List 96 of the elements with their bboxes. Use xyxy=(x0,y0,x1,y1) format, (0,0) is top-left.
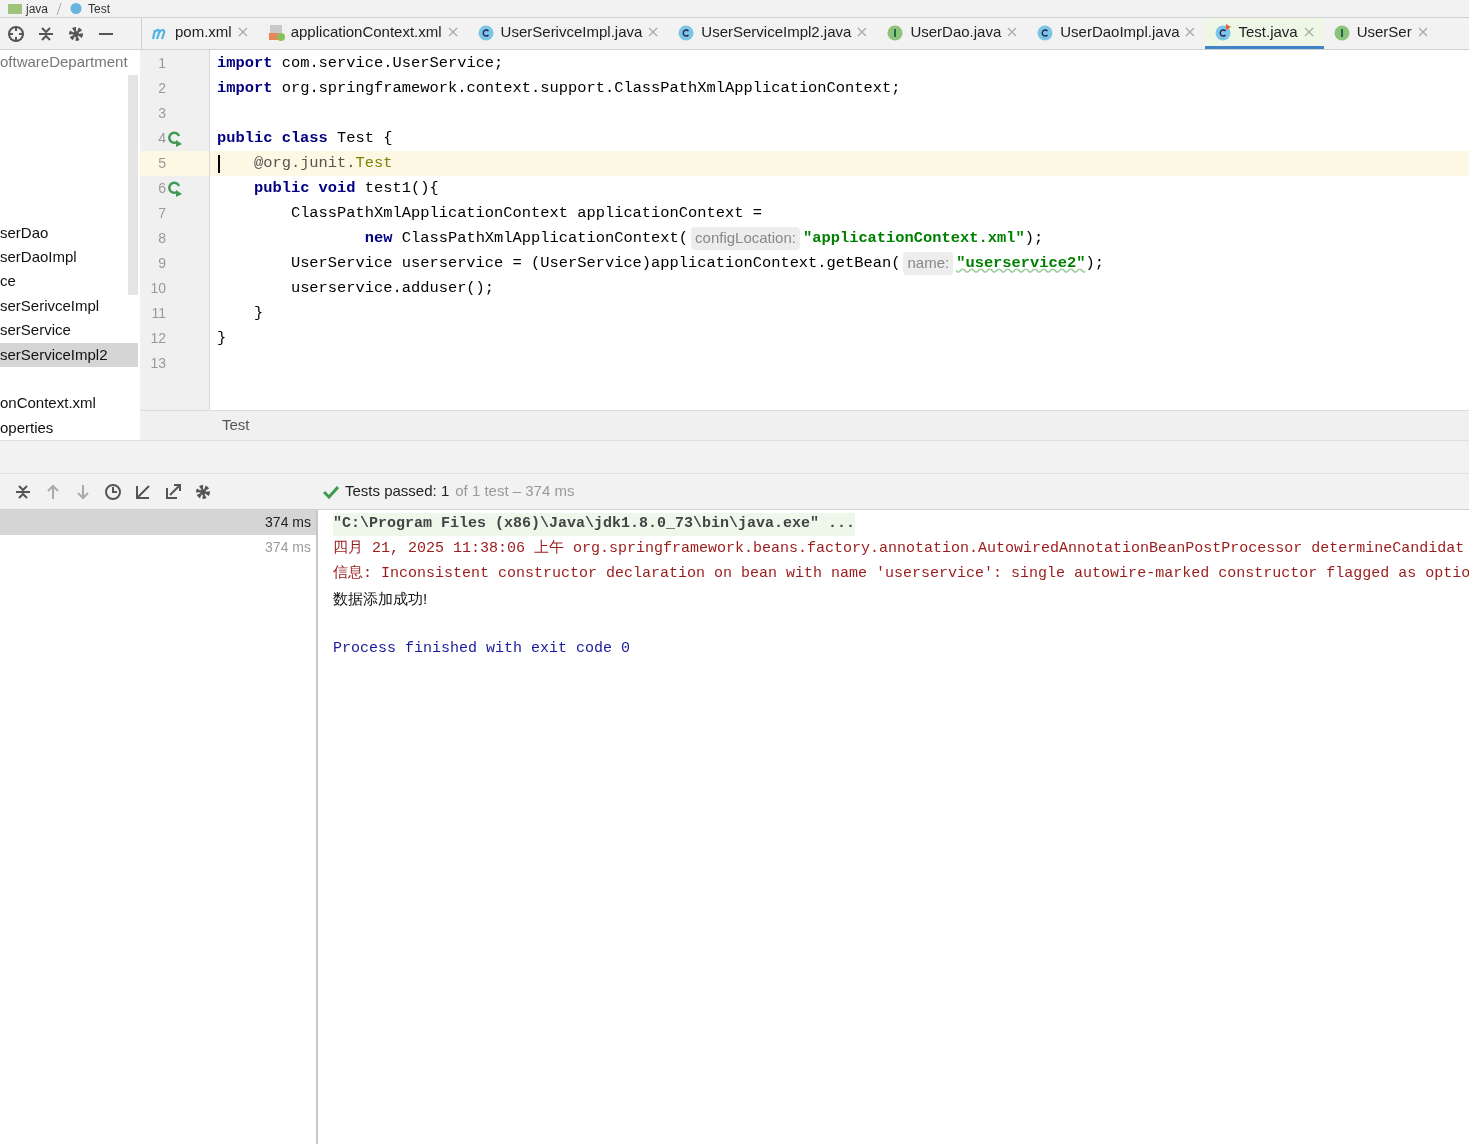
down-arrow-icon[interactable] xyxy=(74,482,92,501)
editor-tab[interactable]: UserServiceImpl2.java xyxy=(668,18,878,49)
code-text: ); xyxy=(1024,227,1044,249)
check-icon xyxy=(323,484,339,499)
project-tree-item[interactable]: ce xyxy=(0,269,16,294)
console-exit-message: Process finished with exit code 0 xyxy=(333,639,631,660)
close-icon[interactable] xyxy=(1007,27,1018,37)
class-icon xyxy=(477,23,495,41)
line-number: 10 xyxy=(149,279,166,298)
project-tree-item[interactable]: serService xyxy=(0,318,71,343)
line-number: 2 xyxy=(157,79,166,98)
settings-icon[interactable] xyxy=(67,24,85,43)
clock-icon[interactable] xyxy=(104,482,122,501)
keyword: import xyxy=(217,52,273,74)
string-literal: "userservice2" xyxy=(956,252,1086,274)
code-text: ClassPathXmlApplicationContext applicationContext = xyxy=(290,202,762,224)
line-number: 12 xyxy=(149,329,166,348)
close-icon[interactable] xyxy=(648,27,659,37)
line-number: 1 xyxy=(157,54,166,73)
export-icon[interactable] xyxy=(164,482,182,501)
editor-tab[interactable]: UserDao.java xyxy=(877,18,1028,49)
line-number: 7 xyxy=(157,204,166,223)
annotation: @org.junit. xyxy=(253,152,356,174)
code-text: com.service.UserService; xyxy=(281,52,504,74)
scrollbar[interactable] xyxy=(128,75,138,295)
tests-passed-status: Tests passed: 1 xyxy=(345,481,450,502)
target-icon[interactable] xyxy=(7,24,25,43)
path-separator-icon xyxy=(56,2,62,15)
parameter-hint: configLocation: xyxy=(691,227,800,250)
test-class-icon xyxy=(1215,23,1233,41)
settings-icon[interactable] xyxy=(194,482,212,501)
import-icon[interactable] xyxy=(134,482,152,501)
code-text: ClassPathXmlApplicationContext( xyxy=(401,227,689,249)
string-literal: "applicationContext.xml" xyxy=(802,227,1025,249)
editor-breadcrumb[interactable]: Test xyxy=(222,414,250,437)
test-duration[interactable]: 374 ms xyxy=(0,510,316,535)
class-icon xyxy=(1037,23,1055,41)
console-command: "C:\Program Files (x86)\Java\jdk1.8.0_73\bin\java.exe" ... xyxy=(333,513,856,536)
class-icon xyxy=(678,23,696,41)
annotation: Test xyxy=(355,152,393,174)
project-tree-item[interactable]: serSerivceImpl xyxy=(0,294,100,318)
console-log-line: 信息: Inconsistent constructor declaration on bean with name 'userservice': single autowire-marked constructor flagged as optio xyxy=(333,564,1469,585)
line-number: 5 xyxy=(157,154,166,173)
breadcrumb-item[interactable]: java xyxy=(26,2,48,15)
class-icon xyxy=(70,3,84,14)
close-icon[interactable] xyxy=(857,27,868,37)
code-text: } xyxy=(217,327,227,349)
line-number: 9 xyxy=(157,254,166,273)
close-icon[interactable] xyxy=(447,27,458,37)
editor-tab[interactable]: UserDaoImpl.java xyxy=(1027,18,1206,49)
line-number: 13 xyxy=(149,354,166,373)
code-text: ); xyxy=(1085,252,1104,274)
line-number: 3 xyxy=(157,104,166,123)
collapse-all-icon[interactable] xyxy=(37,24,55,43)
test-summary-detail: of 1 test – 374 ms xyxy=(455,481,575,502)
line-number: 11 xyxy=(150,304,166,323)
line-number: 4 xyxy=(157,129,166,148)
editor-tab[interactable]: UserSerivceImpl.java xyxy=(467,18,669,49)
close-icon[interactable] xyxy=(1417,27,1428,37)
folder-icon xyxy=(8,3,22,14)
project-tree-item[interactable]: onContext.xml xyxy=(0,391,96,416)
project-tree-item[interactable]: serDaoImpl xyxy=(0,245,77,270)
editor-tab[interactable]: pom.xml xyxy=(142,18,258,49)
xml-file-icon xyxy=(267,23,285,41)
editor-tab[interactable]: applicationContext.xml xyxy=(257,18,468,49)
code-text: test1(){ xyxy=(364,177,439,199)
run-icon[interactable] xyxy=(166,130,182,147)
close-icon[interactable] xyxy=(1303,27,1314,37)
project-tree-item[interactable]: operties xyxy=(0,416,54,440)
collapse-all-icon[interactable] xyxy=(14,482,32,501)
project-tree-item[interactable]: oftwareDepartment xyxy=(0,50,128,74)
line-number: 6 xyxy=(157,179,166,198)
text-cursor xyxy=(218,155,220,173)
close-icon[interactable] xyxy=(237,27,248,37)
interface-icon xyxy=(887,23,905,41)
console-output: 数据添加成功! xyxy=(333,589,428,610)
keyword: new xyxy=(364,227,393,249)
run-icon[interactable] xyxy=(166,180,182,197)
keyword: public void xyxy=(253,177,356,199)
code-text: org.springframework.context.support.ClassPathXmlApplicationContext; xyxy=(281,77,901,99)
line-number: 8 xyxy=(157,229,166,248)
code-text: UserService userservice = (UserService)applicationContext.getBean( xyxy=(290,252,901,274)
parameter-hint: name: xyxy=(903,252,954,275)
interface-icon xyxy=(1333,23,1351,41)
breadcrumb-item[interactable]: Test xyxy=(88,2,111,15)
code-text: Test { xyxy=(337,127,393,149)
code-text: } xyxy=(253,302,264,324)
editor-tab[interactable]: Test.java xyxy=(1205,18,1324,49)
editor-tab[interactable]: UserSer xyxy=(1323,18,1438,49)
project-tree-item[interactable]: serDao xyxy=(0,220,49,245)
keyword: import xyxy=(217,77,273,99)
console-log-line: 四月 21, 2025 11:38:06 上午 org.springframework.beans.factory.annotation.AutowiredAnnotationBeanPostProcessor determineCandidat xyxy=(333,538,1465,560)
close-icon[interactable] xyxy=(1185,27,1196,37)
project-tree-item[interactable]: serServiceImpl2 xyxy=(0,342,138,367)
keyword: public class xyxy=(217,127,328,149)
code-text: userservice.adduser(); xyxy=(290,277,495,299)
